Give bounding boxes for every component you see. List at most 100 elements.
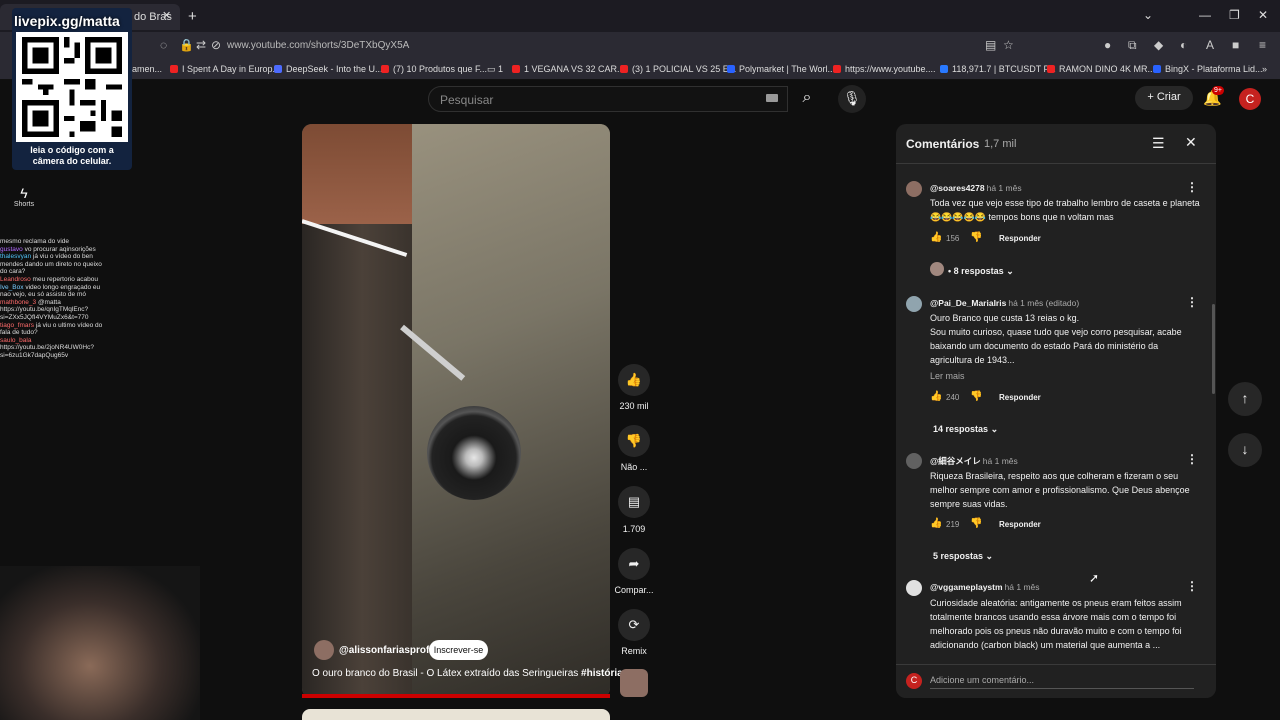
- reply-button[interactable]: Responder: [999, 393, 1041, 402]
- bookmark-item[interactable]: amen...: [132, 64, 162, 74]
- chat-message: tiago_fmars já viu o ultimo vídeo do fal…: [0, 321, 103, 337]
- chat-message: thalesvyan já viu o vídeo do ben mendes …: [0, 253, 102, 276]
- bookmark-item[interactable]: 118,971.7 | BTCUSDT P...: [940, 64, 1056, 74]
- livepix-title: livepix.gg/matta: [14, 13, 120, 29]
- sound-thumbnail[interactable]: [620, 669, 648, 697]
- sidebar-item-shorts[interactable]: ϟ Shorts: [8, 185, 40, 208]
- extension-red-icon[interactable]: ◆: [1154, 38, 1163, 52]
- folder-icon: ▭: [487, 64, 499, 74]
- avatar[interactable]: [906, 181, 922, 197]
- remix-button[interactable]: ⟳: [618, 609, 650, 641]
- view-replies-button[interactable]: 14 respostas ⌄: [933, 424, 998, 435]
- view-replies-button[interactable]: 5 respostas ⌄: [933, 551, 993, 562]
- minimize-icon[interactable]: —: [1199, 8, 1211, 22]
- autoplay-blocked-icon[interactable]: ⊘: [211, 38, 221, 52]
- permissions-icon[interactable]: ⇄: [196, 38, 206, 52]
- search-input[interactable]: Pesquisar: [428, 86, 788, 112]
- bookmark-item[interactable]: (3) 1 POLICIAL VS 25 E...: [620, 64, 736, 74]
- bookmark-item[interactable]: DeepSeek - Into the U...: [274, 64, 383, 74]
- reply-button[interactable]: Responder: [999, 520, 1041, 529]
- comment-author[interactable]: @細谷メイレ há 1 mês: [930, 455, 1018, 467]
- voice-search-button[interactable]: 🎙: [838, 85, 866, 113]
- youtube-icon: [1047, 65, 1055, 73]
- share-icon: ➦: [628, 556, 640, 571]
- video-title[interactable]: O ouro branco do Brasil - O Látex extraí…: [312, 668, 623, 679]
- reply-button[interactable]: Responder: [999, 234, 1041, 243]
- shield-icon[interactable]: ◌: [160, 38, 167, 52]
- extension-icon[interactable]: ⧉: [1128, 38, 1137, 53]
- next-short-button[interactable]: ↓: [1228, 433, 1262, 467]
- bookmark-item[interactable]: https://www.youtube....: [833, 64, 936, 74]
- read-more-link[interactable]: Ler mais: [930, 371, 965, 381]
- bookmark-item[interactable]: Polymarket | The Worl...: [727, 64, 835, 74]
- comments-panel: Comentários 1,7 mil ☰ ✕ @soares4278 há 1 …: [896, 124, 1216, 698]
- avatar[interactable]: C: [1239, 88, 1261, 110]
- like-button[interactable]: 👍: [618, 364, 650, 396]
- hashtag-link[interactable]: #história: [581, 668, 623, 679]
- bookmark-star-icon[interactable]: ☆: [1003, 38, 1014, 52]
- keyboard-icon[interactable]: [766, 94, 778, 102]
- add-comment-input[interactable]: Adicione um comentário...: [930, 675, 1194, 689]
- tab-close-icon[interactable]: ✕: [162, 9, 171, 22]
- window-close-icon[interactable]: ✕: [1258, 8, 1268, 22]
- more-icon[interactable]: ⋮: [1186, 579, 1198, 593]
- next-short-preview[interactable]: [302, 709, 610, 720]
- menu-icon[interactable]: ≡: [1259, 38, 1266, 52]
- avatar[interactable]: [906, 453, 922, 469]
- previous-short-button[interactable]: ↑: [1228, 382, 1262, 416]
- dislike-icon[interactable]: 👎: [970, 232, 982, 243]
- dislike-button[interactable]: 👎: [618, 425, 650, 457]
- chat-message: gustavo vo procurar aqinsorições: [0, 245, 96, 253]
- bookmark-item[interactable]: I Spent A Day in Europ...: [170, 64, 280, 74]
- adblock-icon[interactable]: ■: [1232, 38, 1239, 52]
- new-tab-icon[interactable]: +: [188, 8, 197, 25]
- reader-view-icon[interactable]: ▤: [985, 38, 996, 52]
- extension-c-icon[interactable]: ●: [1104, 38, 1111, 52]
- bookmarks-overflow-icon[interactable]: »: [1262, 64, 1267, 74]
- bookmark-item[interactable]: (7) 10 Produtos que F...: [381, 64, 487, 74]
- more-icon[interactable]: ⋮: [1186, 180, 1198, 194]
- chat-message: mesmo reclama do vide: [0, 238, 69, 245]
- like-icon[interactable]: 👍: [930, 391, 942, 402]
- subscribe-button[interactable]: Inscrever-se: [429, 640, 488, 660]
- remix-icon: ⟳: [628, 617, 640, 632]
- share-button[interactable]: ➦: [618, 548, 650, 580]
- tab-list-icon[interactable]: ⌄: [1143, 8, 1153, 22]
- bookmark-item[interactable]: RAMON DINO 4K MR...: [1047, 64, 1155, 74]
- like-icon[interactable]: 👍: [930, 232, 942, 243]
- like-icon[interactable]: 👍: [930, 518, 942, 529]
- avatar[interactable]: [906, 580, 922, 596]
- address-bar[interactable]: www.youtube.com/shorts/3DeTXbQyX5A: [227, 40, 409, 51]
- comments-button[interactable]: ▤: [618, 486, 650, 518]
- comment-author[interactable]: @Pai_De_MariaIris há 1 mês (editado): [930, 298, 1079, 308]
- avatar: C: [906, 673, 922, 689]
- extension-purple-icon[interactable]: ◐: [1180, 38, 1187, 52]
- bookmark-folder[interactable]: ▭ 1: [487, 64, 503, 75]
- comment-author[interactable]: @vggameplaystm há 1 mês: [930, 582, 1040, 592]
- extension-a-icon[interactable]: A: [1206, 38, 1214, 52]
- dislike-icon[interactable]: 👎: [970, 391, 982, 402]
- lock-icon: 🔒: [179, 38, 194, 52]
- video-progress-bar[interactable]: [302, 694, 610, 698]
- channel-avatar[interactable]: [314, 640, 334, 660]
- bookmark-item[interactable]: 1 VEGANA VS 32 CAR...: [512, 64, 625, 74]
- close-icon[interactable]: ✕: [1185, 134, 1197, 151]
- stream-chat-overlay: mesmo reclama do vide gustavo vo procura…: [0, 238, 108, 360]
- avatar[interactable]: [906, 296, 922, 312]
- sort-icon[interactable]: ☰: [1152, 135, 1165, 152]
- video-player[interactable]: [302, 124, 610, 698]
- youtube-icon: [381, 65, 389, 73]
- comments-scrollbar[interactable]: [1212, 304, 1215, 394]
- search-button[interactable]: ⌕: [790, 86, 824, 112]
- more-icon[interactable]: ⋮: [1186, 452, 1198, 466]
- comment-author[interactable]: @soares4278 há 1 mês: [930, 183, 1022, 193]
- more-icon[interactable]: ⋮: [1186, 295, 1198, 309]
- view-replies-button[interactable]: • 8 respostas ⌄: [948, 266, 1014, 277]
- bookmark-item[interactable]: BingX - Plataforma Lid...: [1153, 64, 1263, 74]
- like-count: 230 mil: [619, 401, 649, 411]
- create-button[interactable]: + Criar: [1135, 86, 1193, 110]
- sidebar-item-label: Shorts: [13, 201, 35, 208]
- maximize-icon[interactable]: ❐: [1229, 8, 1240, 22]
- dislike-icon[interactable]: 👎: [970, 518, 982, 529]
- channel-name[interactable]: @alissonfariasprofe: [339, 645, 435, 656]
